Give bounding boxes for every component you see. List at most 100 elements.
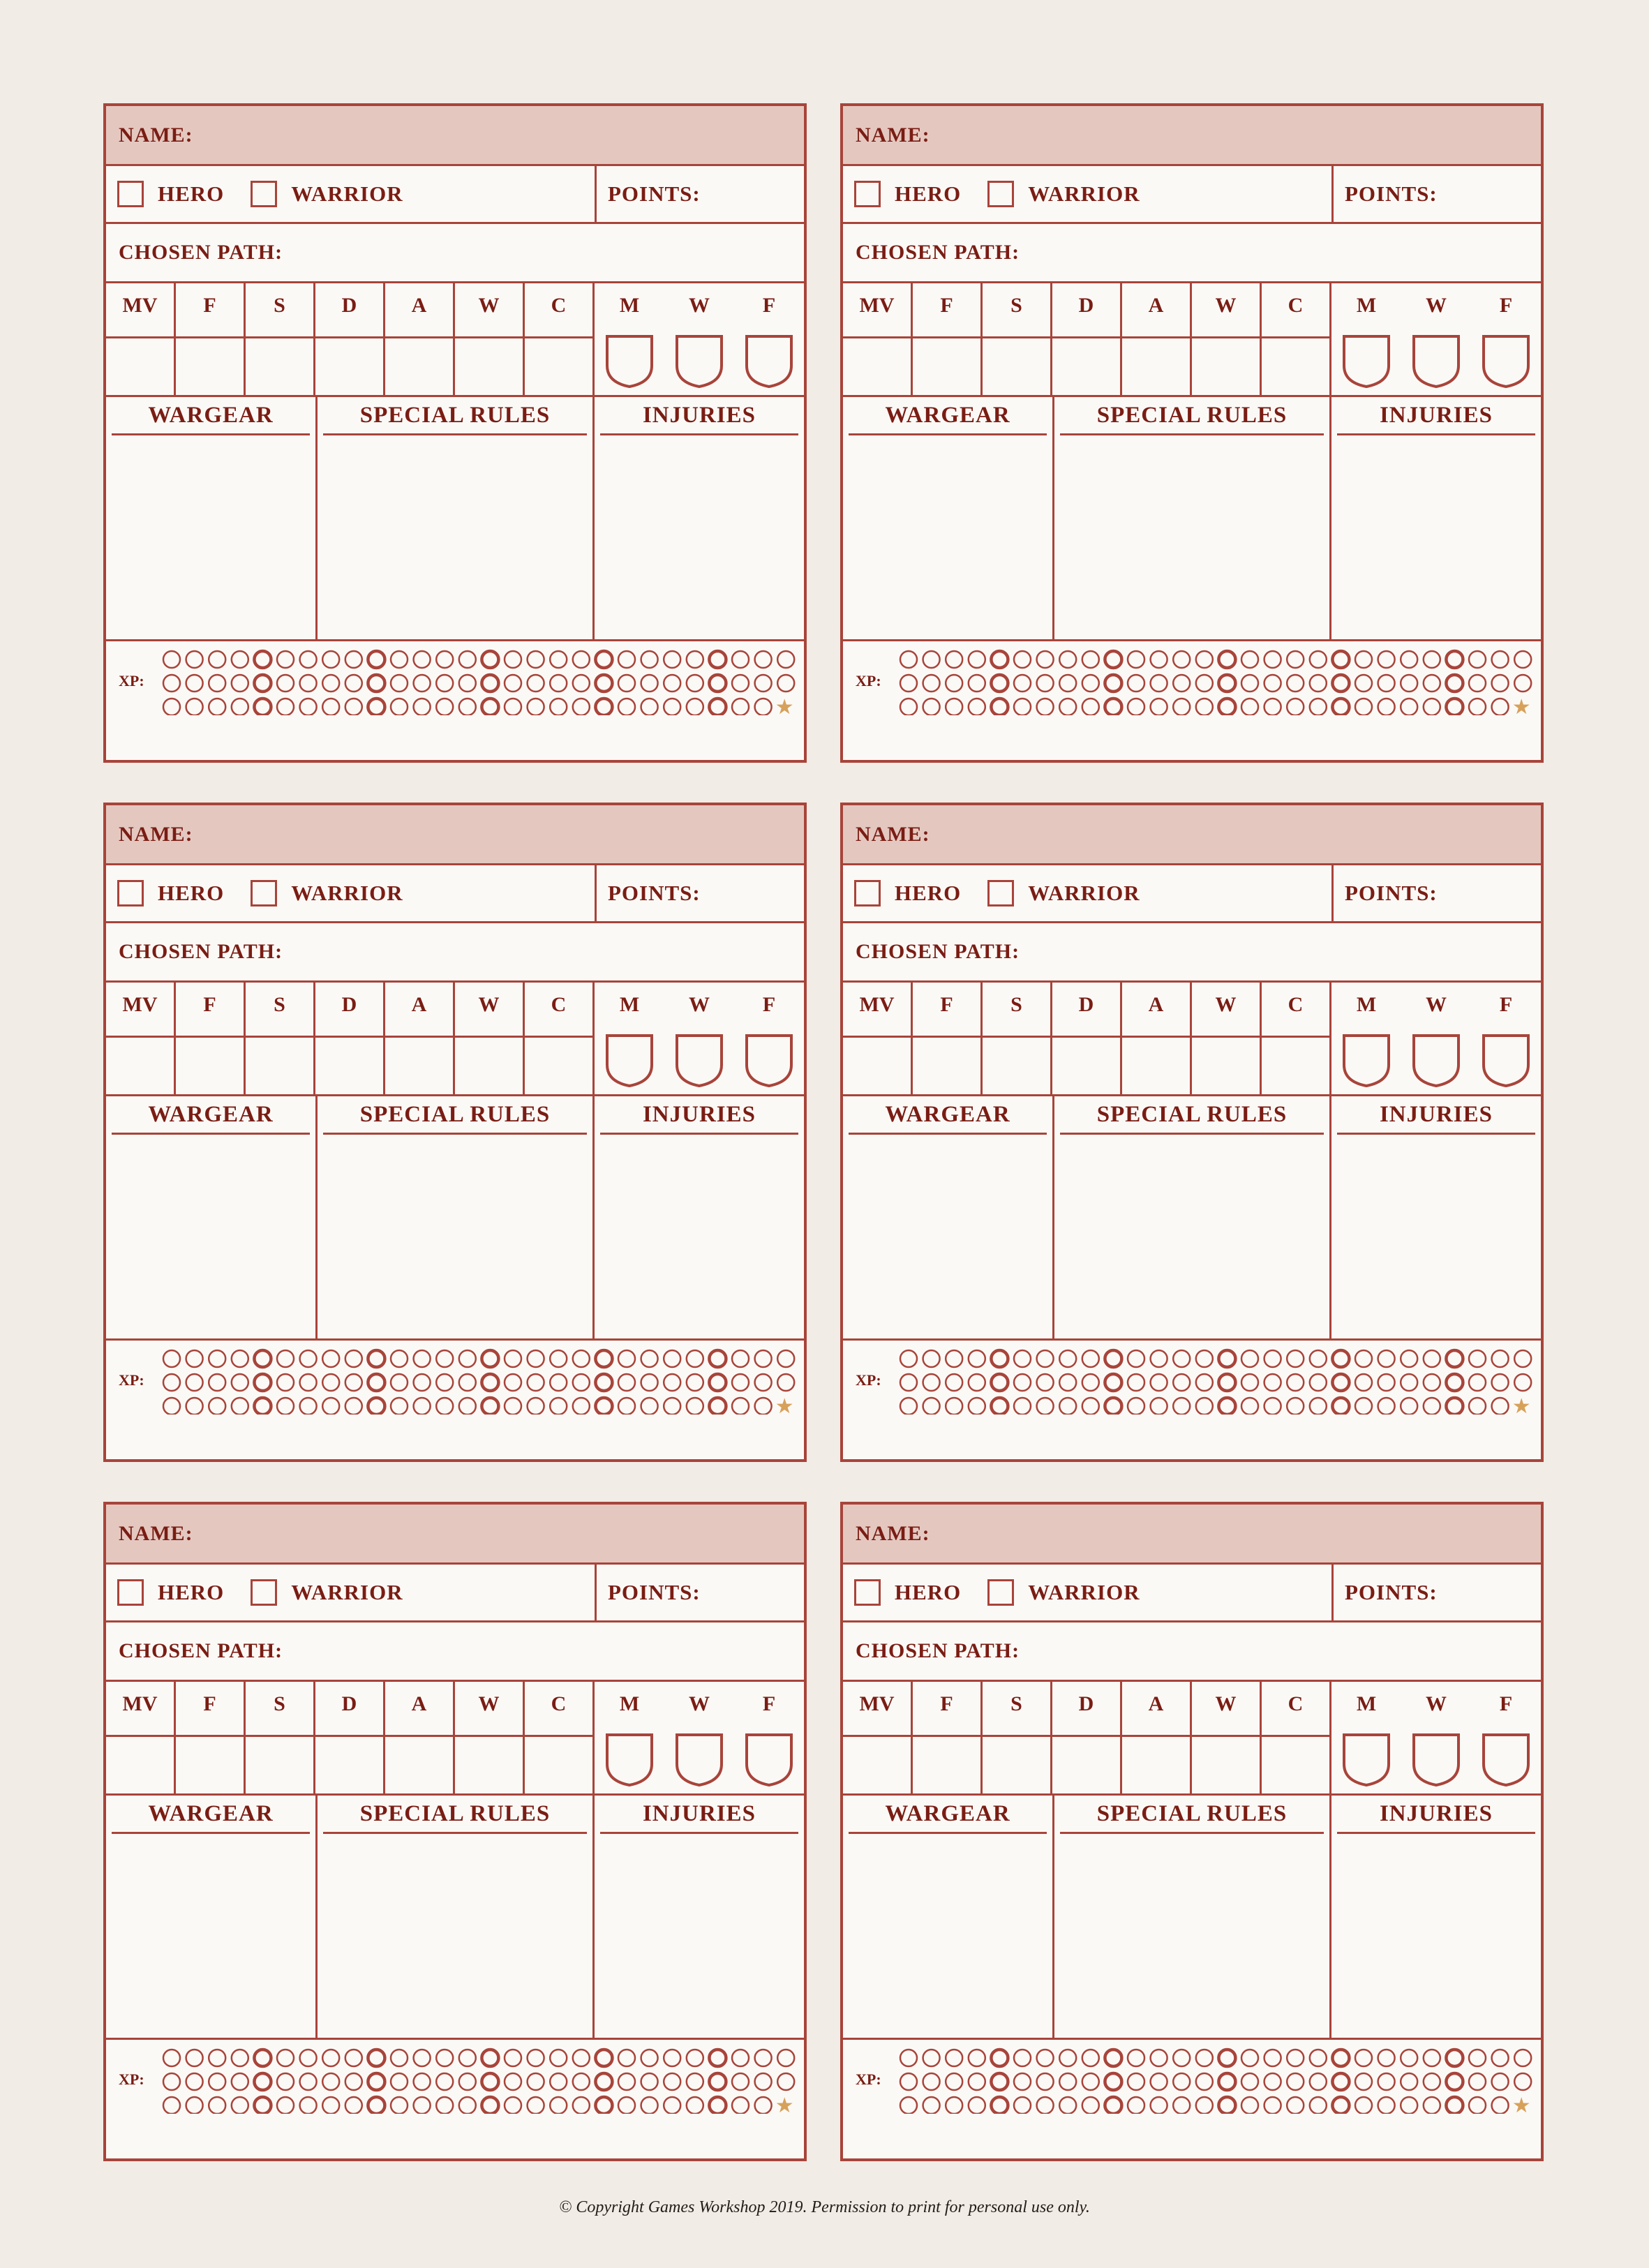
xp-circle[interactable] [708, 1348, 728, 1369]
xp-circle[interactable] [207, 673, 227, 693]
xp-circle[interactable] [1308, 2048, 1328, 2068]
xp-circle[interactable] [435, 1373, 454, 1392]
xp-circle[interactable] [230, 1349, 250, 1368]
stat-mv[interactable]: MV [106, 283, 176, 395]
might-column[interactable]: M [595, 283, 664, 395]
stat-d[interactable]: D [315, 983, 385, 1094]
special-rules-section[interactable]: SPECIAL RULES [318, 1096, 595, 1338]
xp-circle[interactable] [1491, 697, 1509, 715]
xp-circle[interactable] [1513, 650, 1532, 669]
xp-circle[interactable] [1058, 2072, 1077, 2091]
xp-circle[interactable] [1172, 697, 1191, 715]
xp-circle[interactable] [276, 673, 295, 693]
xp-circle[interactable] [458, 1349, 477, 1368]
xp-circle[interactable] [899, 650, 918, 669]
xp-circle[interactable] [662, 2096, 682, 2114]
hero-option[interactable]: HERO [854, 880, 961, 907]
shield-icon[interactable] [674, 1033, 724, 1087]
xp-circle[interactable] [899, 673, 918, 693]
xp-circle[interactable] [685, 2048, 705, 2068]
stat-s[interactable]: S [983, 983, 1052, 1094]
xp-circle[interactable] [1195, 697, 1214, 715]
wargear-section[interactable]: WARGEAR [843, 1096, 1054, 1338]
xp-circle[interactable] [549, 650, 568, 669]
xp-circle[interactable] [967, 673, 987, 693]
xp-circle[interactable] [617, 650, 636, 669]
fate-column[interactable]: F [1471, 983, 1541, 1094]
xp-circle[interactable] [207, 1396, 227, 1415]
xp-circle[interactable] [617, 1349, 636, 1368]
xp-circle[interactable] [344, 673, 364, 693]
xp-circle[interactable] [1195, 2096, 1214, 2114]
xp-circle[interactable] [1240, 697, 1260, 715]
xp-circle[interactable] [1422, 650, 1442, 669]
xp-circle[interactable] [967, 650, 987, 669]
warrior-checkbox[interactable] [251, 880, 278, 907]
xp-circle[interactable] [1331, 696, 1351, 715]
xp-circle[interactable] [321, 697, 341, 715]
xp-circle[interactable] [1240, 673, 1260, 693]
xp-circle[interactable] [617, 2096, 636, 2114]
hero-option[interactable]: HERO [117, 1579, 224, 1606]
xp-circle[interactable] [1513, 673, 1532, 693]
stat-s[interactable]: S [983, 1682, 1052, 1793]
name-row[interactable]: NAME: [843, 805, 1541, 865]
injuries-section[interactable]: INJURIES [595, 1096, 804, 1338]
xp-circle[interactable] [185, 2048, 204, 2068]
xp-circle[interactable] [458, 697, 477, 715]
xp-circle[interactable] [366, 2071, 387, 2092]
xp-circle[interactable] [1172, 1373, 1191, 1392]
xp-circle[interactable] [1285, 2048, 1305, 2068]
xp-circle[interactable] [1285, 697, 1305, 715]
stat-c[interactable]: C [525, 283, 595, 395]
xp-circle[interactable] [230, 650, 250, 669]
stat-a[interactable]: A [385, 983, 455, 1094]
xp-circle[interactable] [412, 2048, 431, 2068]
xp-circle[interactable] [594, 2047, 614, 2068]
xp-circle[interactable] [944, 650, 964, 669]
xp-circle[interactable] [1195, 1396, 1214, 1415]
xp-circle[interactable] [1013, 2096, 1032, 2114]
xp-circle[interactable] [640, 650, 659, 669]
warrior-option[interactable]: WARRIOR [251, 1579, 403, 1606]
xp-circle[interactable] [480, 2095, 500, 2114]
xp-circle[interactable] [276, 2072, 295, 2091]
name-row[interactable]: NAME: [106, 106, 804, 166]
xp-circle[interactable] [162, 1373, 181, 1392]
xp-circle[interactable] [230, 673, 250, 693]
xp-circle[interactable] [1263, 2048, 1282, 2068]
xp-circle[interactable] [617, 2072, 636, 2091]
name-row[interactable]: NAME: [106, 1505, 804, 1565]
xp-circle[interactable] [594, 1348, 614, 1369]
stat-mv[interactable]: MV [843, 1682, 913, 1793]
xp-circle[interactable] [1399, 697, 1419, 715]
chosen-path-row[interactable]: CHOSEN PATH: [106, 224, 804, 283]
xp-circle[interactable] [1172, 673, 1191, 693]
xp-circle[interactable] [480, 1396, 500, 1415]
xp-circle[interactable] [1468, 1373, 1487, 1392]
xp-circle[interactable] [1263, 650, 1282, 669]
xp-circle[interactable] [708, 696, 728, 715]
stat-d[interactable]: D [1052, 283, 1122, 395]
xp-circle[interactable] [967, 1396, 987, 1415]
xp-circle[interactable] [662, 673, 682, 693]
xp-circle[interactable] [1422, 697, 1442, 715]
xp-circle[interactable] [412, 2072, 431, 2091]
warrior-checkbox[interactable] [987, 880, 1015, 907]
xp-circle[interactable] [662, 1373, 682, 1392]
xp-circle[interactable] [162, 2096, 181, 2114]
xp-circle[interactable] [1331, 2095, 1351, 2114]
xp-circle[interactable] [1036, 673, 1054, 693]
xp-circle[interactable] [480, 1348, 500, 1369]
shield-icon[interactable] [1481, 334, 1531, 388]
xp-circle[interactable] [162, 2048, 181, 2068]
xp-circle[interactable] [1331, 649, 1351, 670]
xp-circle[interactable] [1263, 1396, 1282, 1415]
xp-circle[interactable] [389, 2072, 409, 2091]
xp-circle[interactable] [990, 1348, 1010, 1369]
xp-circle[interactable] [1399, 1373, 1419, 1392]
xp-circle[interactable] [731, 2072, 750, 2091]
xp-circle[interactable] [1399, 650, 1419, 669]
might-column[interactable]: M [595, 1682, 664, 1793]
xp-circle[interactable] [967, 2096, 987, 2114]
